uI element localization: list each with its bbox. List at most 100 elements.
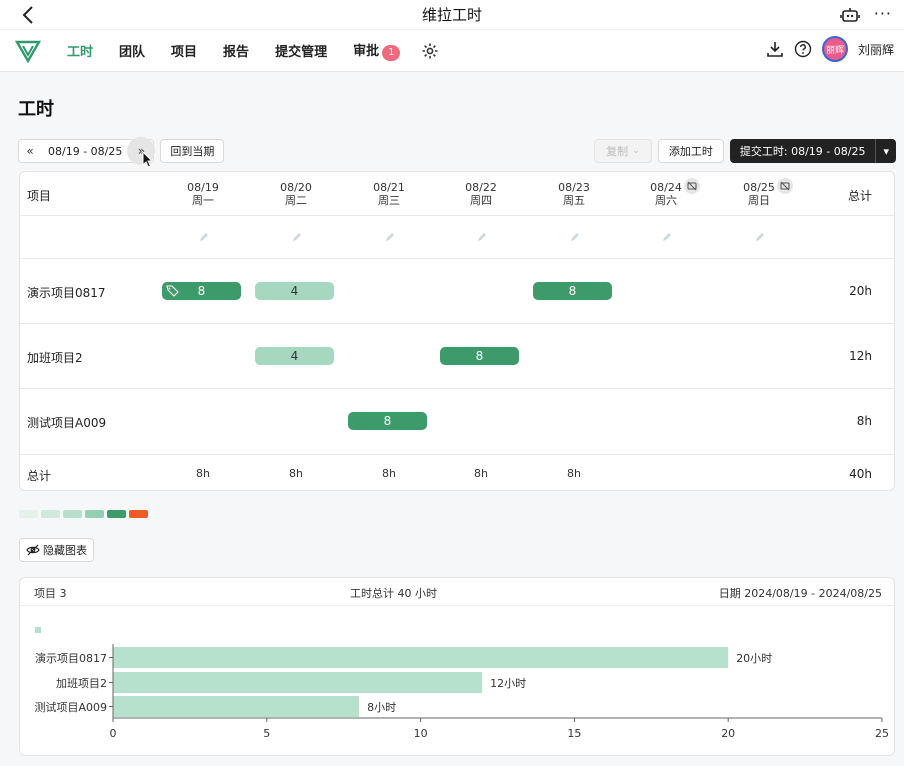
day-total: 8h <box>196 467 210 480</box>
x-tick-label: 10 <box>414 727 428 740</box>
time-entry-value: 4 <box>290 284 299 298</box>
main-nav: 工时 团队 项目 报告 提交管理 审批 1 丽辉 刘丽辉 <box>0 30 904 72</box>
legend-swatch <box>107 510 126 518</box>
x-tick-label: 25 <box>875 727 889 740</box>
table-row: 演示项目0817 20h 8 4 8 <box>20 259 894 324</box>
day-weekday: 周三 <box>378 194 400 207</box>
day-date: 08/20 <box>280 181 312 194</box>
help-icon[interactable] <box>794 40 812 58</box>
day-date: 08/19 <box>187 181 219 194</box>
value-label: 8小时 <box>367 701 396 714</box>
hide-chart-button[interactable]: 隐藏图表 <box>19 538 94 562</box>
nav-item-timesheet[interactable]: 工时 <box>67 41 93 60</box>
hide-chart-label: 隐藏图表 <box>43 544 87 557</box>
pencil-icon[interactable] <box>292 232 302 242</box>
x-tick-label: 20 <box>721 727 735 740</box>
category-label: 加班项目2 <box>56 677 107 690</box>
chart-bar <box>113 696 360 717</box>
category-label: 测试项目A009 <box>34 701 107 714</box>
submit-hours-button[interactable]: 提交工时: 08/19 - 08/25 ▾ <box>729 139 896 163</box>
pencil-icon[interactable] <box>755 232 765 242</box>
day-date: 08/22 <box>465 181 497 194</box>
day-total: 8h <box>474 467 488 480</box>
pencil-icon[interactable] <box>477 232 487 242</box>
row-total: 8h <box>856 414 872 428</box>
nav-item-approval[interactable]: 审批 1 <box>353 40 401 61</box>
gear-icon[interactable] <box>421 42 439 60</box>
add-hours-button[interactable]: 添加工时 <box>657 139 724 163</box>
legend-swatch <box>19 510 38 518</box>
time-entry-value: 8 <box>475 349 484 363</box>
color-legend <box>19 510 148 518</box>
time-entry[interactable]: 4 <box>255 347 334 365</box>
summary-date-range: 日期 2024/08/19 - 2024/08/25 <box>718 587 882 600</box>
x-tick-label: 5 <box>263 727 270 740</box>
day-weekday: 周二 <box>285 194 307 207</box>
project-name: 演示项目0817 <box>27 286 106 300</box>
day-weekday: 周一 <box>192 194 214 207</box>
timesheet-table: 项目 08/19 周一 08/20 周二 08/21 周三 08/22 周四 08/23 周五 08… <box>19 171 895 491</box>
time-entry[interactable]: 8 <box>440 347 519 365</box>
user-name[interactable]: 刘丽辉 <box>858 41 894 58</box>
pencil-icon[interactable] <box>570 232 580 242</box>
table-row: 测试项目A009 8h 8 <box>20 389 894 455</box>
edit-row <box>20 216 894 259</box>
app-title: 维拉工时 <box>421 6 482 24</box>
table-footer-row: 总计 8h 8h 8h 8h 8h 40h <box>20 455 894 490</box>
time-entry[interactable]: 8 <box>533 282 612 300</box>
chart-bar <box>113 672 483 693</box>
project-name: 加班项目2 <box>27 351 83 365</box>
table-header-row: 项目 08/19 周一 08/20 周二 08/21 周三 08/22 周四 08/23 周五 08… <box>20 172 894 216</box>
day-total: 8h <box>567 467 581 480</box>
download-icon[interactable] <box>766 40 784 58</box>
more-menu-icon[interactable]: ··· <box>874 4 892 23</box>
page-title: 工时 <box>18 99 54 120</box>
chart-bar <box>113 647 729 668</box>
tag-icon <box>166 285 179 297</box>
nav-item-submissions[interactable]: 提交管理 <box>275 41 327 60</box>
day-total: 8h <box>382 467 396 480</box>
day-weekday: 周日 <box>748 194 770 207</box>
project-name: 测试项目A009 <box>27 416 107 430</box>
pencil-icon[interactable] <box>385 232 395 242</box>
x-tick-label: 0 <box>110 727 117 740</box>
time-entry-value: 8 <box>197 284 206 298</box>
hide-day-icon[interactable] <box>684 178 700 194</box>
time-entry[interactable]: 4 <box>255 282 334 300</box>
eye-off-icon <box>26 544 40 556</box>
legend-swatch <box>35 627 41 633</box>
nav-item-projects[interactable]: 项目 <box>171 41 197 60</box>
legend-swatch <box>85 510 104 518</box>
pencil-icon[interactable] <box>662 232 672 242</box>
day-header: 08/23 周五 <box>534 181 614 207</box>
previous-week-icon[interactable]: « <box>19 144 41 158</box>
day-weekday: 周五 <box>563 194 585 207</box>
date-range-label[interactable]: 08/19 - 08/25 <box>41 145 129 158</box>
time-entry[interactable]: 8 <box>162 282 241 300</box>
time-entry[interactable]: 8 <box>348 412 427 430</box>
header-project: 项目 <box>27 189 52 203</box>
x-tick-label: 15 <box>567 727 581 740</box>
footer-total: 40h <box>849 467 872 481</box>
chevron-down-icon[interactable]: ▾ <box>875 139 896 163</box>
row-total: 20h <box>849 284 872 298</box>
avatar[interactable]: 丽辉 <box>821 36 848 62</box>
table-row: 加班项目2 12h 4 8 <box>20 324 894 389</box>
submit-hours-label: 提交工时: 08/19 - 08/25 <box>739 145 866 158</box>
legend-swatch <box>63 510 82 518</box>
back-to-current-button[interactable]: 回到当期 <box>160 139 225 163</box>
pencil-icon[interactable] <box>199 232 209 242</box>
summary-chart-panel: 项目 3 工时总计 40 小时 日期 2024/08/19 - 2024/08/… <box>19 577 896 756</box>
hide-day-icon[interactable] <box>777 178 793 194</box>
day-header: 08/21 周三 <box>349 181 429 207</box>
robot-icon[interactable] <box>840 5 860 25</box>
day-weekday: 周四 <box>470 194 492 207</box>
copy-button[interactable]: 复制 ⌄ <box>593 139 652 163</box>
day-date: 08/23 <box>558 181 590 194</box>
nav-item-team[interactable]: 团队 <box>119 41 145 60</box>
value-label: 20小时 <box>736 652 772 665</box>
day-header: 08/19 周一 <box>163 181 243 207</box>
back-arrow-icon[interactable] <box>18 4 40 26</box>
nav-item-reports[interactable]: 报告 <box>223 41 249 60</box>
legend-swatch <box>41 510 60 518</box>
